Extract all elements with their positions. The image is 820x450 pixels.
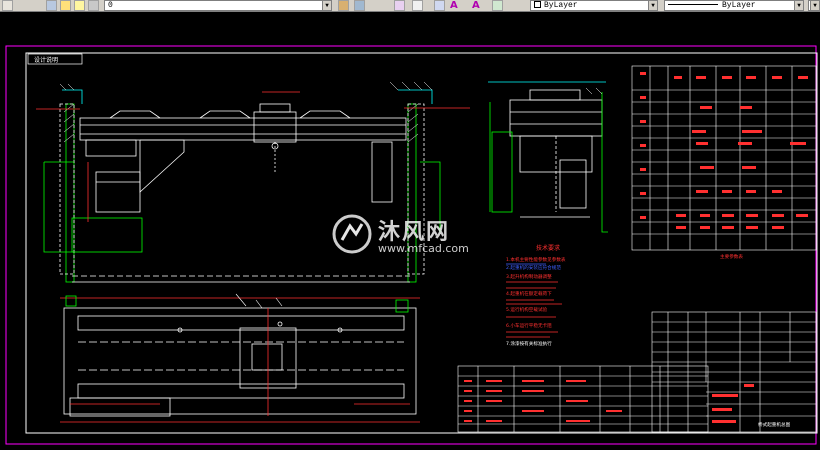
layer-lock-icon[interactable] [88,0,99,11]
mtext-icon[interactable] [412,0,423,11]
chevron-down-icon[interactable]: ▼ [810,1,819,10]
params-title: 主要参数表 [720,253,743,260]
text-style-icon[interactable] [394,0,405,11]
title-label-text: 设计说明 [34,56,58,64]
tech-notes-title: 技术要求 [536,244,560,252]
plan-view [60,293,420,423]
match-properties-icon[interactable] [338,0,349,11]
layer-freeze-icon[interactable] [74,0,85,11]
chevron-down-icon[interactable]: ▼ [794,1,803,10]
drawing-canvas[interactable]: 设计说明 技术要求 1.本机主要性能参数见参数表 2.起重机的安装应符合规范 3… [0,12,820,446]
restore-icon[interactable] [2,0,13,11]
dim-style-icon[interactable] [434,0,445,11]
layer-on-icon[interactable] [60,0,71,11]
mfcad-logo-icon [332,214,372,254]
linetype-preview [668,4,718,6]
tech-note-line: 4.起重机在额定载荷下 [506,290,552,297]
parts-list [457,365,709,433]
color-dropdown[interactable]: ByLayer ▼ [530,0,658,11]
layer-value: 0 [108,1,113,10]
text-style-a1-icon[interactable]: A [472,0,486,11]
layer-previous-icon[interactable] [354,0,365,11]
linetype-value: ByLayer [722,1,756,10]
linetype-dropdown[interactable]: ByLayer ▼ [664,0,804,11]
tech-note-line: 6.小车运行平稳无卡阻 [506,322,552,329]
title-block: 桥式起重机总图 [651,311,817,433]
tech-note-line: 1.本机主要性能参数见参数表 [506,256,566,263]
color-swatch-icon [534,1,541,9]
title-block-name: 桥式起重机总图 [758,421,791,428]
tech-note-line: 2.起重机的安装应符合规范 [506,264,561,271]
parameter-table: 主要参数表 [631,65,817,260]
layer-manager-icon[interactable] [46,0,57,11]
chevron-down-icon[interactable]: ▼ [648,1,657,10]
layer-dropdown[interactable]: 0 ▼ [104,0,332,11]
table-style-icon[interactable] [492,0,503,11]
side-elevation [488,81,608,233]
text-style-a-icon[interactable]: A [450,0,464,11]
chevron-down-icon[interactable]: ▼ [322,1,331,10]
tech-note-line: 7.涂漆按有关标准执行 [506,340,552,347]
tech-note-line: 3.起升机构制动器调整 [506,273,552,280]
lineweight-dropdown[interactable]: ▼ [808,0,820,11]
toolbar: 0 ▼ A A ByLayer ▼ ByLayer ▼ ▼ [0,0,820,12]
tech-notes: 技术要求 1.本机主要性能参数见参数表 2.起重机的安装应符合规范 3.起升机构… [506,244,566,347]
color-value: ByLayer [544,1,578,10]
watermark-en: www.mfcad.com [378,242,469,255]
tech-note-line: 5.运行机构空载试验 [506,306,548,313]
